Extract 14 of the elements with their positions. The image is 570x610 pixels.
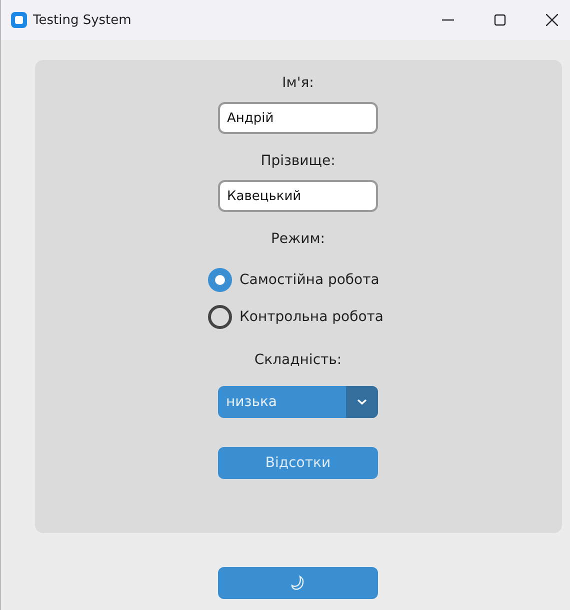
radio-option[interactable]: Самостійна робота [208, 268, 380, 292]
mode-label: Режим: [270, 230, 326, 248]
app-icon [11, 12, 27, 28]
window-title: Testing System [33, 12, 132, 28]
chevron-icon [357, 399, 367, 405]
radio-option[interactable]: Контрольна робота [208, 305, 384, 329]
moon-icon [290, 575, 306, 591]
input-field[interactable]: Кавецький [218, 180, 378, 212]
input-field[interactable]: Андрій [218, 102, 378, 134]
close-icon[interactable] [546, 14, 558, 26]
maximize-icon[interactable] [494, 14, 506, 26]
difficulty-label: Складність: [254, 351, 342, 369]
field-label: Прізвище: [260, 152, 336, 170]
field-label: Ім'я: [282, 74, 314, 92]
